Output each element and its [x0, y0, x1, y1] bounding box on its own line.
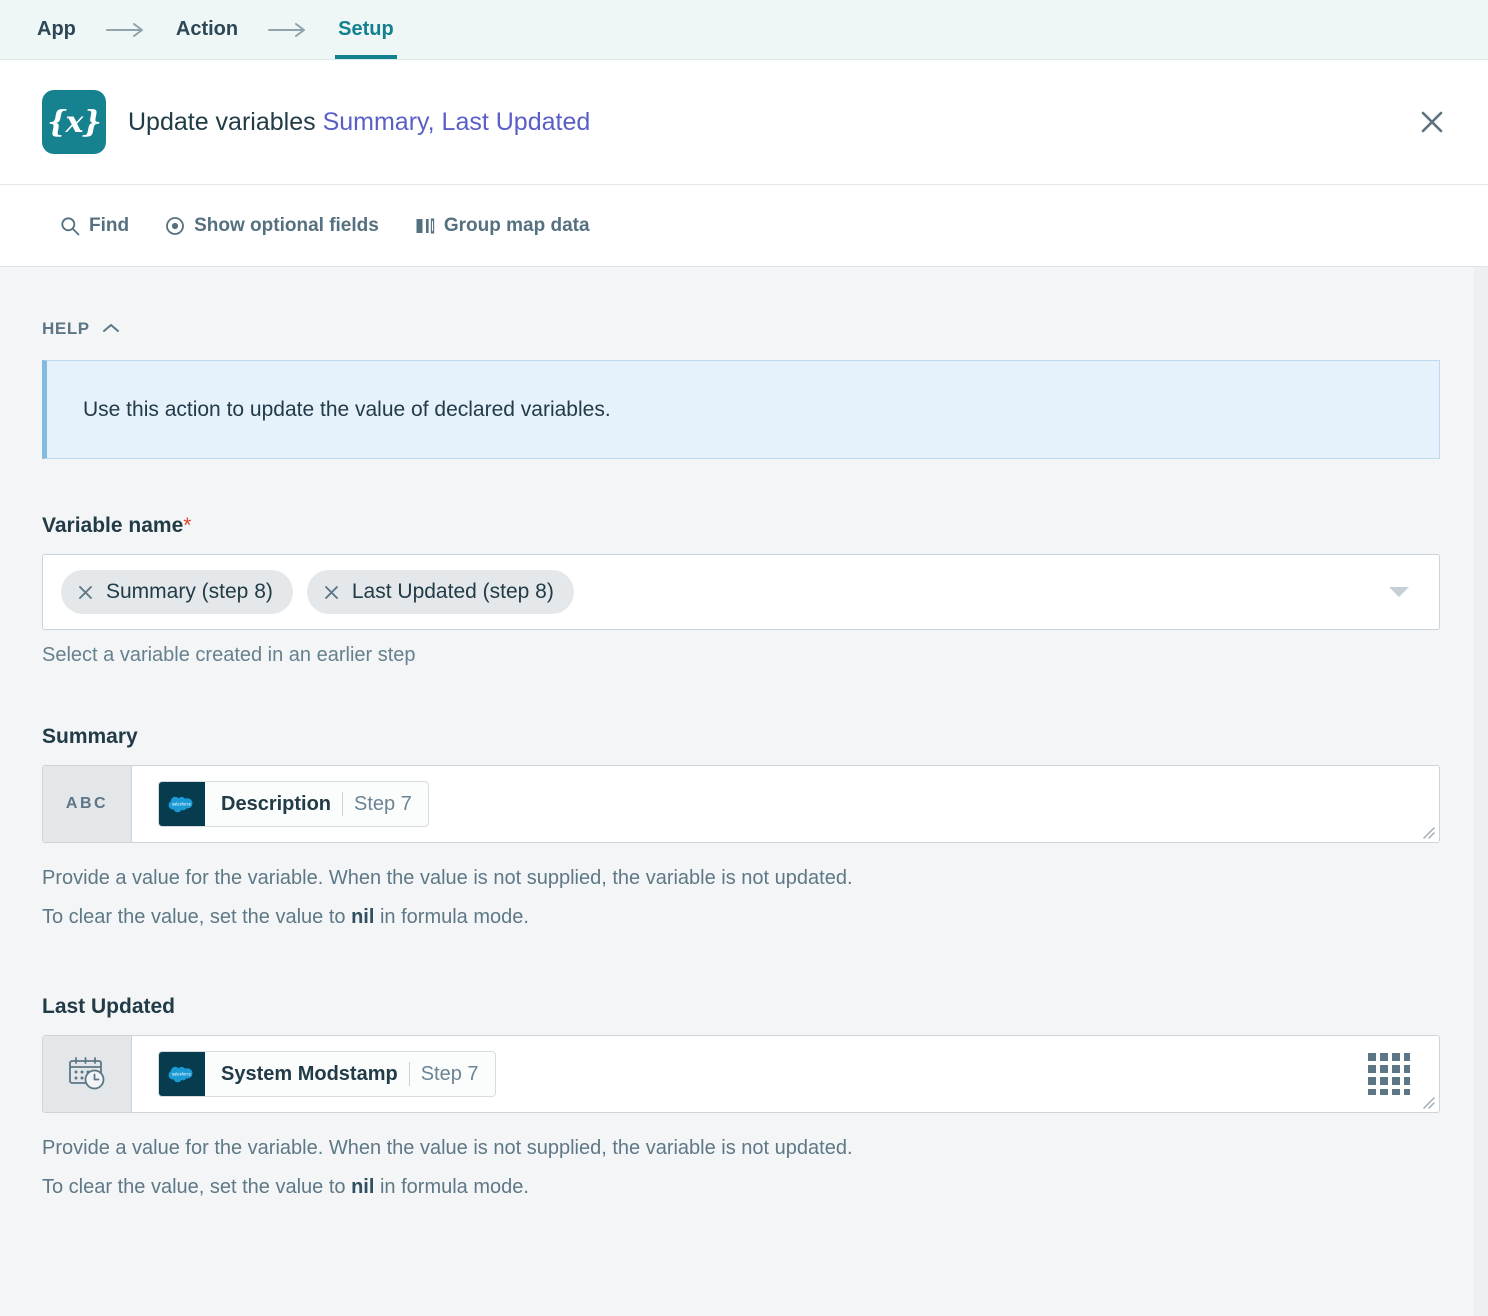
breadcrumb-label: Setup: [338, 18, 394, 41]
field-help-line-2-pre: To clear the value, set the value to: [42, 1176, 351, 1198]
help-callout: Use this action to update the value of d…: [42, 360, 1440, 459]
variable-chip-label: Summary (step 8): [106, 580, 273, 604]
field-help-line-1: Provide a value for the variable. When t…: [42, 859, 1440, 898]
datapill-name: System Modstamp: [221, 1063, 398, 1086]
breadcrumb-item-setup[interactable]: Setup: [335, 0, 397, 59]
field-help-nil-keyword: nil: [351, 906, 374, 928]
group-columns-icon: [415, 216, 435, 236]
page-title: Update variables Summary, Last Updated: [128, 108, 590, 137]
breadcrumb-label: App: [37, 18, 76, 41]
field-value-last-updated[interactable]: salesforce System Modstamp Step 7: [132, 1036, 1439, 1112]
variable-name-label-text: Variable name: [42, 514, 183, 537]
field-help-line-2-post: in formula mode.: [374, 1176, 529, 1198]
svg-text:salesforce: salesforce: [172, 1071, 192, 1076]
group-map-data-label: Group map data: [444, 215, 590, 237]
show-optional-fields-label: Show optional fields: [194, 215, 379, 237]
close-icon[interactable]: [1410, 100, 1454, 144]
breadcrumb-label: Action: [176, 18, 238, 41]
field-title-last-updated: Last Updated: [42, 995, 1440, 1019]
required-marker: *: [183, 514, 191, 537]
datapill-separator: [409, 1062, 410, 1086]
datapill-step: Step 7: [354, 793, 412, 816]
salesforce-icon: salesforce: [159, 1052, 205, 1096]
datapill-separator: [342, 792, 343, 816]
datapill-step: Step 7: [421, 1063, 479, 1086]
eye-circle-icon: [165, 216, 185, 236]
variable-braces-glyph: {x}: [47, 105, 100, 140]
help-section-label: HELP: [42, 319, 90, 339]
show-optional-fields-button[interactable]: Show optional fields: [165, 215, 379, 237]
field-help-line-1: Provide a value for the variable. When t…: [42, 1129, 1440, 1168]
variable-chip-label: Last Updated (step 8): [352, 580, 554, 604]
variable-name-hint: Select a variable created in an earlier …: [42, 644, 1440, 667]
field-title-summary: Summary: [42, 725, 1440, 749]
breadcrumb-arrow-icon: [79, 0, 173, 59]
page-title-prefix: Update variables: [128, 108, 323, 136]
datapill-description[interactable]: salesforce Description Step 7: [158, 781, 429, 827]
remove-chip-icon[interactable]: [77, 584, 94, 601]
field-input-last-updated[interactable]: salesforce System Modstamp Step 7: [42, 1035, 1440, 1113]
search-icon: [60, 216, 80, 236]
chevron-up-icon: [102, 319, 120, 339]
variable-name-label: Variable name*: [42, 514, 1440, 538]
field-help-line-2: To clear the value, set the value to nil…: [42, 1168, 1440, 1207]
breadcrumb-item-action[interactable]: Action: [173, 0, 241, 59]
remove-chip-icon[interactable]: [323, 584, 340, 601]
resize-handle[interactable]: [1419, 823, 1435, 839]
page-title-variables[interactable]: Summary, Last Updated: [323, 108, 591, 136]
datapill-name: Description: [221, 793, 331, 816]
type-badge-abc: ABC: [43, 766, 132, 842]
breadcrumb-arrow-icon: [241, 0, 335, 59]
setup-form: HELP Use this action to update the value…: [0, 267, 1488, 1316]
calendar-clock-icon: [66, 1051, 108, 1098]
field-value-summary[interactable]: salesforce Description Step 7: [132, 766, 1439, 842]
field-help-summary: Provide a value for the variable. When t…: [42, 859, 1440, 937]
field-input-summary[interactable]: ABC salesforce Description Step 7: [42, 765, 1440, 843]
variable-braces-icon: {x}: [42, 90, 106, 154]
datapill-system-modstamp[interactable]: salesforce System Modstamp Step 7: [158, 1051, 496, 1097]
breadcrumb: App Action Setup: [0, 0, 1488, 60]
chevron-down-icon[interactable]: [1389, 587, 1409, 597]
grid-apps-icon[interactable]: [1365, 1050, 1439, 1098]
datapill-text: System Modstamp Step 7: [205, 1052, 495, 1096]
variable-chip-last-updated[interactable]: Last Updated (step 8): [307, 570, 574, 614]
field-help-last-updated: Provide a value for the variable. When t…: [42, 1129, 1440, 1207]
action-header: {x} Update variables Summary, Last Updat…: [0, 60, 1488, 185]
resize-handle[interactable]: [1419, 1093, 1435, 1109]
svg-text:salesforce: salesforce: [172, 801, 192, 806]
type-badge-datetime: [43, 1036, 132, 1112]
field-help-line-2-pre: To clear the value, set the value to: [42, 906, 351, 928]
variable-chip-summary[interactable]: Summary (step 8): [61, 570, 293, 614]
find-label: Find: [89, 215, 129, 237]
group-map-data-button[interactable]: Group map data: [415, 215, 590, 237]
vertical-scrollbar[interactable]: [1474, 267, 1488, 1316]
help-section-toggle[interactable]: HELP: [42, 267, 120, 339]
help-callout-text: Use this action to update the value of d…: [83, 398, 611, 422]
variable-name-select[interactable]: Summary (step 8) Last Updated (step 8): [42, 554, 1440, 630]
field-help-line-2-post: in formula mode.: [374, 906, 529, 928]
datapill-text: Description Step 7: [205, 782, 428, 826]
breadcrumb-item-app[interactable]: App: [34, 0, 79, 59]
salesforce-icon: salesforce: [159, 782, 205, 826]
action-toolbar: Find Show optional fields Group map data: [0, 185, 1488, 267]
field-help-line-2: To clear the value, set the value to nil…: [42, 898, 1440, 937]
find-button[interactable]: Find: [60, 215, 129, 237]
field-help-nil-keyword: nil: [351, 1176, 374, 1198]
